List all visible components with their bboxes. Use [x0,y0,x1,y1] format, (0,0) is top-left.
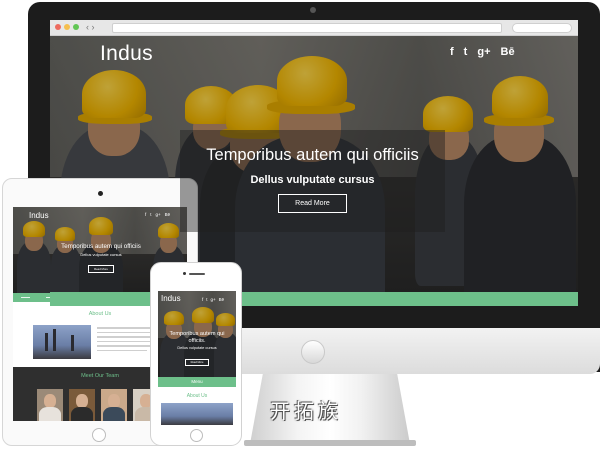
desktop-slide-caption: Temporibus autem qui officiis Dellus vul… [180,130,445,232]
behance-icon[interactable]: Bē [219,297,225,302]
phone-slide-caption: Temporibus autem qui officiis. Dellus vu… [162,331,232,368]
close-dot-icon[interactable] [55,24,61,30]
phone-social-links: f t g+ Bē [202,297,224,302]
google-plus-icon[interactable]: g+ [477,46,490,58]
tablet-camera-dot [98,191,103,196]
nav-item[interactable] [20,296,30,299]
phone-menu-button[interactable]: Menu [158,377,236,387]
phone-brand-logo[interactable]: Indus [161,294,181,303]
factory-image [161,403,233,425]
team-member-photo[interactable] [101,389,127,421]
google-plus-icon[interactable]: g+ [156,212,161,217]
tablet-home-button [92,428,106,442]
browser-chrome: ‹ › [50,20,578,36]
phone-read-more-button[interactable]: Read More [184,359,210,366]
behance-icon[interactable]: Bē [165,212,171,217]
desktop-brand-logo[interactable]: Indus [100,42,153,66]
tablet-brand-logo[interactable]: Indus [29,211,49,220]
twitter-icon[interactable]: t [206,297,207,302]
back-forward-icon[interactable]: ‹ › [86,22,95,32]
phone-home-button [190,429,203,442]
phone-slide-subtitle: Dellus vulputate cursus [177,346,217,350]
camera-dot [310,7,316,13]
desktop-social-links: f t g+ Bē [450,46,515,58]
monitor-foot [244,440,416,446]
factory-image [33,325,91,359]
desktop-slide-subtitle: Dellus vulputate cursus [250,174,375,186]
tablet-slide-subtitle: Dellus vulputate cursus [80,252,122,257]
minimize-dot-icon[interactable] [64,24,70,30]
desktop-read-more-button[interactable]: Read More [278,194,347,213]
phone-speaker [189,273,205,275]
phone-slide-title: Temporibus autem qui officiis. [169,331,225,344]
monitor-logo-icon [301,340,325,364]
tablet-social-links: f t g+ Bē [145,212,170,217]
address-bar[interactable] [112,23,502,33]
watermark-text: 开拓族 [270,399,342,423]
twitter-icon[interactable]: t [464,46,468,58]
phone-device: Indus f t g+ Bē Temporibus autem qui off… [150,262,242,446]
desktop-slide-title: Temporibus autem qui officiis [206,146,419,164]
browser-search-field[interactable] [512,23,572,33]
tablet-slide-title: Temporibus autem qui officiis [61,243,141,250]
twitter-icon[interactable]: t [150,212,151,217]
maximize-dot-icon[interactable] [73,24,79,30]
team-member-photo[interactable] [69,389,95,421]
phone-about-heading: About Us [186,393,208,399]
google-plus-icon[interactable]: g+ [211,297,216,302]
facebook-icon[interactable]: f [202,297,203,302]
tablet-slide-caption: Temporibus autem qui officiis Dellus vul… [61,243,141,275]
phone-camera-dot [183,272,186,275]
desktop-nav-bar[interactable] [50,292,578,306]
tablet-read-more-button[interactable]: Read More [88,265,114,273]
facebook-icon[interactable]: f [450,46,454,58]
phone-screen: Indus f t g+ Bē Temporibus autem qui off… [158,291,236,425]
facebook-icon[interactable]: f [145,212,146,217]
team-member-photo[interactable] [37,389,63,421]
behance-icon[interactable]: Bē [501,46,515,58]
